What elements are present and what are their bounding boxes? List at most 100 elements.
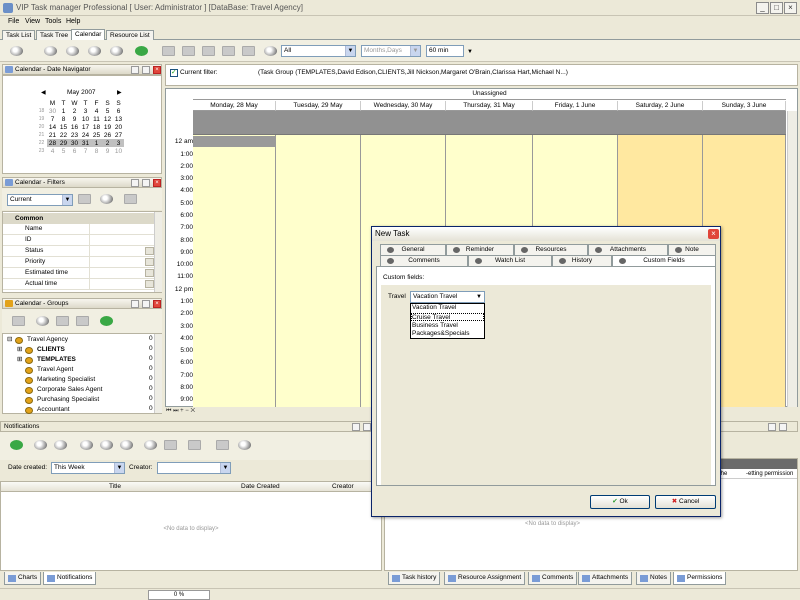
eye-icon[interactable]	[142, 437, 160, 453]
minimize-button[interactable]: _	[756, 2, 769, 14]
day-header[interactable]: Monday, 28 May	[193, 101, 276, 111]
eye-icon[interactable]	[32, 437, 50, 453]
day-header[interactable]: Tuesday, 29 May	[276, 101, 361, 111]
filter-value-cell[interactable]	[89, 224, 155, 235]
day-cell[interactable]: 7	[47, 115, 58, 123]
restore-icon[interactable]	[131, 300, 139, 308]
day-cell[interactable]: 30	[69, 139, 80, 147]
calendar-scrollbar[interactable]	[787, 111, 797, 407]
edit-group-icon[interactable]	[54, 313, 72, 329]
day-header[interactable]: Thursday, 31 May	[446, 101, 533, 111]
eye-icon[interactable]	[52, 437, 70, 453]
tab-calendar[interactable]: Calendar	[71, 29, 106, 40]
tab-history[interactable]: History	[552, 255, 612, 266]
day-cell[interactable]: 19	[102, 123, 113, 131]
tab-resource-list[interactable]: Resource List	[106, 30, 154, 40]
tab-comments[interactable]: Comments	[380, 255, 468, 266]
day-cell[interactable]: 8	[58, 115, 69, 123]
refresh-icon[interactable]	[8, 437, 26, 453]
chevron-down-icon[interactable]	[145, 269, 154, 277]
day-cell[interactable]: 13	[113, 115, 124, 123]
chevron-down-icon[interactable]	[145, 258, 154, 266]
close-icon[interactable]: ×	[153, 179, 161, 187]
menu-file[interactable]: File	[8, 18, 19, 25]
filter-checkbox[interactable]: ✓	[170, 69, 178, 77]
timeline-icon[interactable]	[240, 43, 258, 59]
view-eye-icon[interactable]	[8, 43, 26, 59]
restore-icon[interactable]	[768, 423, 776, 431]
tab-resource-assignment[interactable]: Resource Assignment	[444, 572, 526, 585]
maximize-button[interactable]: □	[770, 2, 783, 14]
day-cell[interactable]: 7	[80, 147, 91, 155]
funnel-edit-icon[interactable]	[98, 191, 116, 207]
day-column[interactable]	[276, 135, 361, 407]
filter-preset-select[interactable]: Current ▼	[7, 194, 73, 206]
mark-read-icon[interactable]	[78, 437, 96, 453]
funnel-clear-icon[interactable]	[122, 191, 140, 207]
option[interactable]: Packages&Specials	[412, 330, 484, 338]
eye-icon[interactable]	[108, 43, 126, 59]
day-cell[interactable]: 12	[102, 115, 113, 123]
day-cell[interactable]: 4	[47, 147, 58, 155]
period-select[interactable]: Months,Days ▼	[361, 45, 421, 57]
filter-row[interactable]: Estimated time	[3, 268, 155, 279]
scrollbar[interactable]	[154, 334, 162, 413]
day-cell[interactable]: 3	[113, 139, 124, 147]
tab-note[interactable]: Note	[668, 244, 716, 255]
all-day-area[interactable]	[193, 111, 786, 135]
day-cell[interactable]: 29	[58, 139, 69, 147]
option[interactable]: Vacation Travel	[412, 304, 484, 312]
option-highlighted[interactable]: Cruise Travel	[411, 313, 484, 321]
chevron-down-icon[interactable]: ▼	[467, 49, 473, 55]
tab-task-tree[interactable]: Task Tree	[36, 30, 73, 40]
menu-tools[interactable]: Tools	[45, 18, 61, 25]
day-cell[interactable]: 5	[58, 147, 69, 155]
refresh-icon[interactable]	[133, 43, 151, 59]
close-icon[interactable]: ×	[153, 66, 161, 74]
filter-value-cell[interactable]	[89, 257, 155, 268]
day-cell[interactable]: 9	[69, 115, 80, 123]
open-icon[interactable]	[118, 437, 136, 453]
day-cell[interactable]: 4	[91, 107, 102, 115]
day-cell[interactable]: 20	[113, 123, 124, 131]
tab-watch-list[interactable]: Watch List	[468, 255, 552, 266]
chevron-down-icon[interactable]	[145, 247, 154, 255]
day-view-icon[interactable]	[160, 43, 178, 59]
day-cell[interactable]: 3	[80, 107, 91, 115]
eye-icon[interactable]	[42, 43, 60, 59]
day-cell[interactable]: 31	[80, 139, 91, 147]
mark-unread-icon[interactable]	[98, 437, 116, 453]
day-header[interactable]: Sunday, 3 June	[703, 101, 786, 111]
chevron-down-icon[interactable]	[145, 280, 154, 288]
menu-help[interactable]: Help	[66, 18, 80, 25]
tab-notifications[interactable]: Notifications	[43, 572, 97, 585]
column-header[interactable]: Creator	[332, 483, 354, 490]
day-cell[interactable]: 15	[58, 123, 69, 131]
tab-task-list[interactable]: Task List	[2, 30, 36, 40]
delete-group-icon[interactable]	[74, 313, 92, 329]
tab-permissions[interactable]: Permissions	[673, 572, 727, 585]
filter-select[interactable]: All ▼	[281, 45, 356, 57]
pin-icon[interactable]	[779, 423, 787, 431]
day-cell[interactable]: 10	[113, 147, 124, 155]
ok-button[interactable]: ✔ Ok	[590, 495, 650, 509]
day-cell[interactable]: 28	[47, 139, 58, 147]
restore-icon[interactable]	[131, 66, 139, 74]
tab-comments[interactable]: Comments	[528, 572, 578, 585]
day-cell[interactable]: 25	[91, 131, 102, 139]
day-header[interactable]: Saturday, 2 June	[618, 101, 703, 111]
close-icon[interactable]: ×	[153, 300, 161, 308]
day-cell[interactable]: 24	[80, 131, 91, 139]
day-cell[interactable]: 5	[102, 107, 113, 115]
print-icon[interactable]	[186, 437, 204, 453]
day-cell[interactable]: 23	[69, 131, 80, 139]
day-cell[interactable]: 26	[102, 131, 113, 139]
eye-icon[interactable]	[64, 43, 82, 59]
travel-select[interactable]: Vacation Travel ▼	[410, 291, 485, 303]
day-cell[interactable]: 1	[91, 139, 102, 147]
month-view-icon[interactable]	[220, 43, 238, 59]
delete-icon[interactable]	[162, 437, 180, 453]
filter-value-cell[interactable]	[89, 235, 155, 246]
column-header[interactable]: Title	[109, 483, 121, 490]
funnel-active-icon[interactable]	[236, 437, 254, 453]
